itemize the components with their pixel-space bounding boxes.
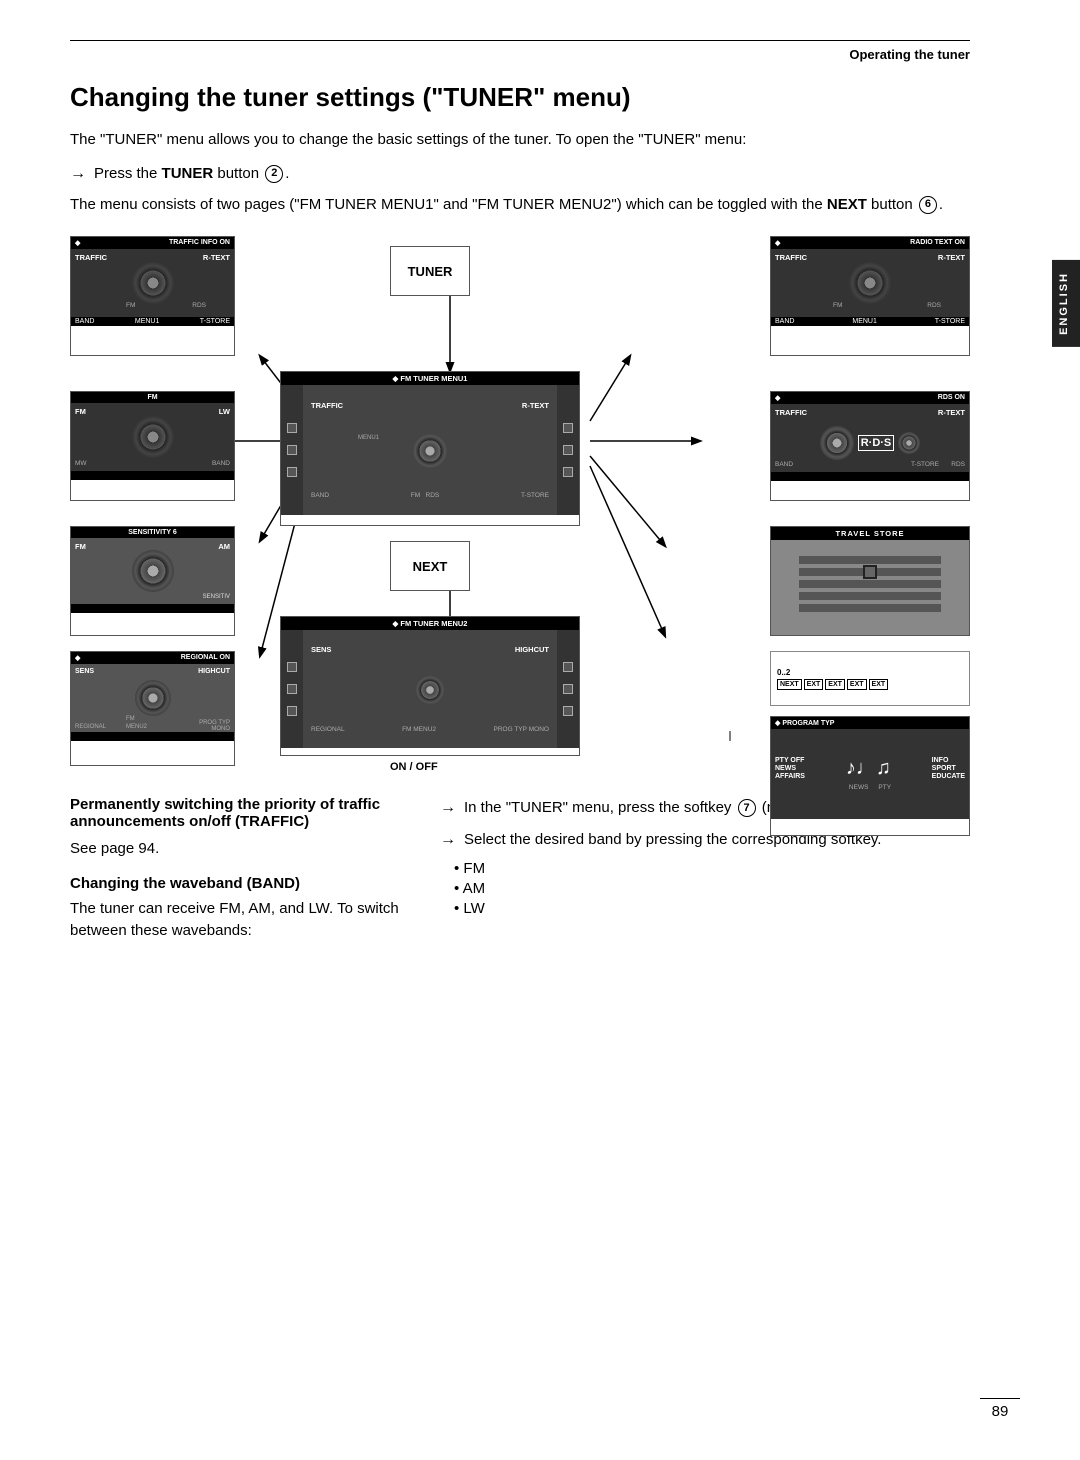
header-rule: [70, 40, 970, 41]
sub-text-band: The tuner can receive FM, AM, and LW. To…: [70, 898, 410, 943]
bullet-am: AM: [454, 880, 970, 897]
circle-6: 6: [919, 196, 937, 214]
circle-7: 7: [738, 799, 756, 817]
next-button[interactable]: NEXT: [390, 541, 470, 591]
section-title-traffic: Permanently switching the priority of tr…: [70, 796, 410, 830]
screen-sensitivity: SENSITIVITY 6 FM AM SENSITIV: [70, 526, 235, 636]
screen-travel-store: TRAVEL STORE: [770, 526, 970, 636]
next-labels-area: 0..2 NEXT EXT EXT EXT EXT: [770, 651, 970, 706]
see-page: See page 94.: [70, 838, 410, 861]
circle-2: 2: [265, 165, 283, 183]
bullet-lw: LW: [454, 900, 970, 917]
diagrams-area: ◆TRAFFIC INFO ON TRAFFIC R-TEXT FM RDS B…: [70, 236, 970, 766]
header-title: Operating the tuner: [70, 47, 970, 62]
fm-tuner-menu2: ◆ FM TUNER MENU2 SENSHIGHCUT REGIONALFM …: [280, 616, 580, 756]
screen-radio-text-on: ◆RADIO TEXT ON TRAFFIC R-TEXT FM RDS BAN…: [770, 236, 970, 356]
body-text-2: The menu consists of two pages ("FM TUNE…: [70, 194, 970, 217]
page-number: 89: [980, 1398, 1020, 1420]
arrow-symbol: →: [70, 162, 86, 186]
screen-program-typ: ◆ PROGRAM TYP PTY OFF NEWS AFFAIRS ♪♩♫ I…: [770, 716, 970, 836]
screen-traffic-info-on: ◆TRAFFIC INFO ON TRAFFIC R-TEXT FM RDS B…: [70, 236, 235, 356]
body-text-1: The "TUNER" menu allows you to change th…: [70, 129, 970, 152]
arrow-text: Press the TUNER button 2.: [94, 163, 289, 186]
arrow-item-tuner: → Press the TUNER button 2.: [70, 162, 970, 186]
on-off-label: ON / OFF: [390, 761, 438, 773]
language-tab: ENGLISH: [1052, 260, 1080, 347]
bullet-fm: FM: [454, 860, 970, 877]
waveband-list: FM AM LW: [440, 860, 970, 917]
arrow-sym-2: →: [440, 828, 456, 852]
screen-fm-mw: FM FM LW MW BAND: [70, 391, 235, 501]
main-title: Changing the tuner settings ("TUNER" men…: [70, 82, 970, 113]
sub-title-band: Changing the waveband (BAND): [70, 875, 410, 892]
fm-tuner-menu1: ◆ FM TUNER MENU1 TRAFFICR-TEXT BANDFM R: [280, 371, 580, 526]
arrow-sym-1: →: [440, 796, 456, 820]
screen-regional-on: ◆REGIONAL ON SENS HIGHCUT REGIONAL FM ME…: [70, 651, 235, 766]
left-column: Permanently switching the priority of tr…: [70, 796, 410, 953]
screen-rds-on: ◆RDS ON TRAFFIC R-TEXT R·D·S RDS BAND T-…: [770, 391, 970, 501]
tuner-button[interactable]: TUNER: [390, 246, 470, 296]
